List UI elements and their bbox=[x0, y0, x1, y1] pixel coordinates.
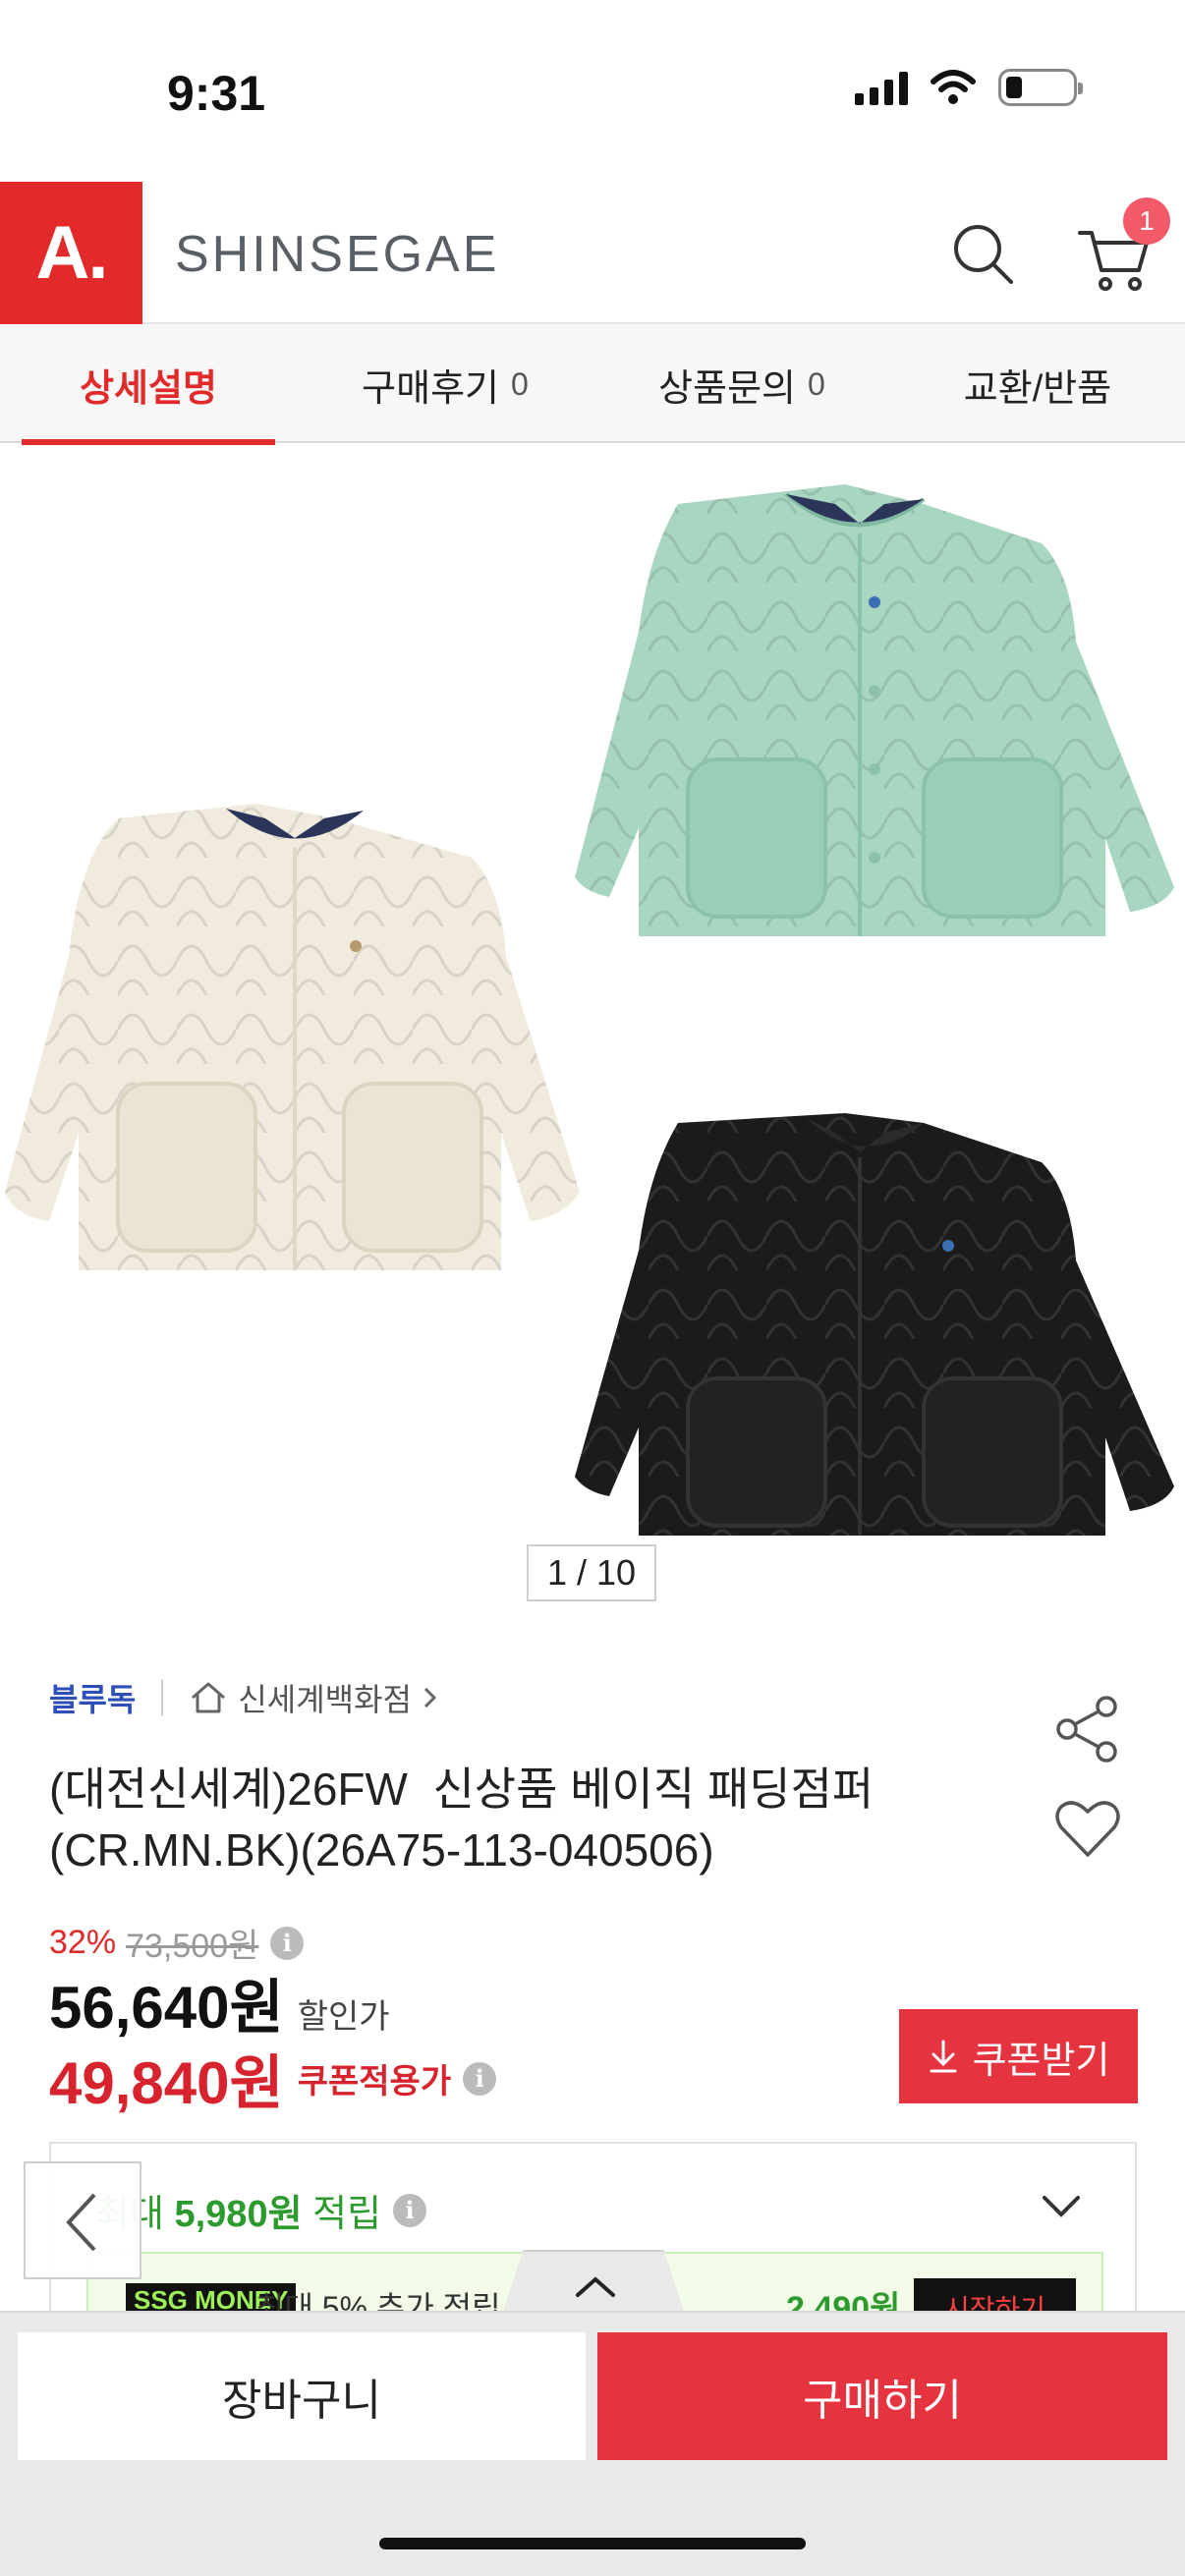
tab-label: 상세설명 bbox=[80, 367, 217, 410]
black-jacket bbox=[575, 1113, 1174, 1536]
store-name: 신세계백화점 bbox=[238, 1682, 412, 1717]
brand-link[interactable]: 블루독 bbox=[49, 1675, 136, 1720]
sale-price: 56,640원 bbox=[49, 1975, 284, 2041]
tab-description[interactable]: 상세설명 bbox=[0, 325, 297, 445]
status-bar: 9:31 bbox=[0, 0, 1185, 182]
product-title: (대전신세계)26FW 신상품 베이직 패딩점퍼 (CR.MN.BK)(26A7… bbox=[49, 1759, 1032, 1880]
info-icon[interactable]: i bbox=[393, 2193, 427, 2227]
add-to-cart-button[interactable]: 장바구니 bbox=[18, 2332, 586, 2460]
collapse-handle[interactable] bbox=[501, 2250, 686, 2317]
home-icon bbox=[192, 1682, 226, 1713]
cart-count-badge: 1 bbox=[1123, 197, 1170, 245]
product-image bbox=[5, 484, 1174, 1536]
search-icon[interactable] bbox=[948, 219, 1017, 288]
chevron-down-icon[interactable] bbox=[1037, 2181, 1086, 2230]
chevron-right-icon bbox=[423, 1687, 437, 1708]
coupon-price-row: 49,840원 쿠폰적용가 i bbox=[49, 2036, 497, 2121]
coupon-price-label: 쿠폰적용가 bbox=[297, 2063, 452, 2100]
store-link[interactable]: 신세계백화점 bbox=[189, 1675, 439, 1720]
signal-icon bbox=[855, 70, 908, 105]
coupon-price: 49,840원 bbox=[49, 2050, 284, 2116]
tab-label: 상품문의 bbox=[658, 367, 797, 410]
buy-now-button[interactable]: 구매하기 bbox=[597, 2332, 1167, 2460]
tab-inquiries[interactable]: 상품문의 0 bbox=[593, 325, 890, 443]
chevron-left-icon bbox=[66, 2193, 96, 2252]
home-indicator bbox=[379, 2538, 806, 2549]
points-amount: 5,980원 bbox=[174, 2194, 303, 2235]
bottom-action-bar: 장바구니 구매하기 bbox=[0, 2311, 1185, 2576]
battery-icon bbox=[998, 69, 1083, 106]
cream-jacket bbox=[5, 804, 580, 1270]
sale-price-row: 56,640원 할인가 bbox=[49, 1960, 390, 2045]
divider bbox=[161, 1679, 164, 1716]
wifi-icon bbox=[931, 70, 976, 104]
tab-count: 0 bbox=[511, 365, 529, 402]
product-title-line2: (CR.MN.BK)(26A75-113-040506) bbox=[49, 1824, 714, 1876]
points-suffix: 적립 bbox=[312, 2194, 382, 2235]
sale-price-label: 할인가 bbox=[297, 1998, 390, 2036]
info-icon[interactable]: i bbox=[463, 2061, 497, 2096]
heart-icon[interactable] bbox=[1053, 1798, 1122, 1861]
points-summary: 최대 5,980원 적립 i bbox=[95, 2183, 427, 2237]
discount-percent: 32% bbox=[49, 1924, 117, 1961]
share-icon[interactable] bbox=[1053, 1695, 1122, 1764]
download-icon bbox=[930, 2040, 957, 2073]
product-tabs: 상세설명 구매후기 0 상품문의 0 교환/반품 bbox=[0, 325, 1185, 445]
seller-row: 블루독 신세계백화점 bbox=[49, 1675, 439, 1720]
mint-jacket bbox=[575, 484, 1174, 936]
tab-label: 교환/반품 bbox=[963, 367, 1112, 410]
tab-exchange-return[interactable]: 교환/반품 bbox=[890, 325, 1185, 443]
tab-count: 0 bbox=[808, 365, 825, 402]
chevron-up-icon bbox=[576, 2276, 615, 2297]
back-button[interactable] bbox=[24, 2161, 141, 2279]
get-coupon-button[interactable]: 쿠폰받기 bbox=[899, 2009, 1138, 2103]
tab-label: 구매후기 bbox=[362, 367, 500, 410]
image-page-indicator: 1 / 10 bbox=[527, 1544, 656, 1601]
status-icons bbox=[855, 69, 1083, 106]
logo[interactable]: A. bbox=[0, 182, 142, 324]
app-header: A. SHINSEGAE bbox=[0, 182, 1185, 324]
tab-reviews[interactable]: 구매후기 0 bbox=[297, 325, 593, 443]
brand-name[interactable]: SHINSEGAE bbox=[175, 225, 499, 284]
get-coupon-label: 쿠폰받기 bbox=[972, 2040, 1110, 2082]
product-title-line1: (대전신세계)26FW 신상품 베이직 패딩점퍼 bbox=[49, 1764, 875, 1815]
status-time: 9:31 bbox=[167, 66, 266, 121]
info-icon[interactable]: i bbox=[270, 1926, 305, 1960]
product-image-gallery[interactable] bbox=[0, 445, 1185, 1604]
